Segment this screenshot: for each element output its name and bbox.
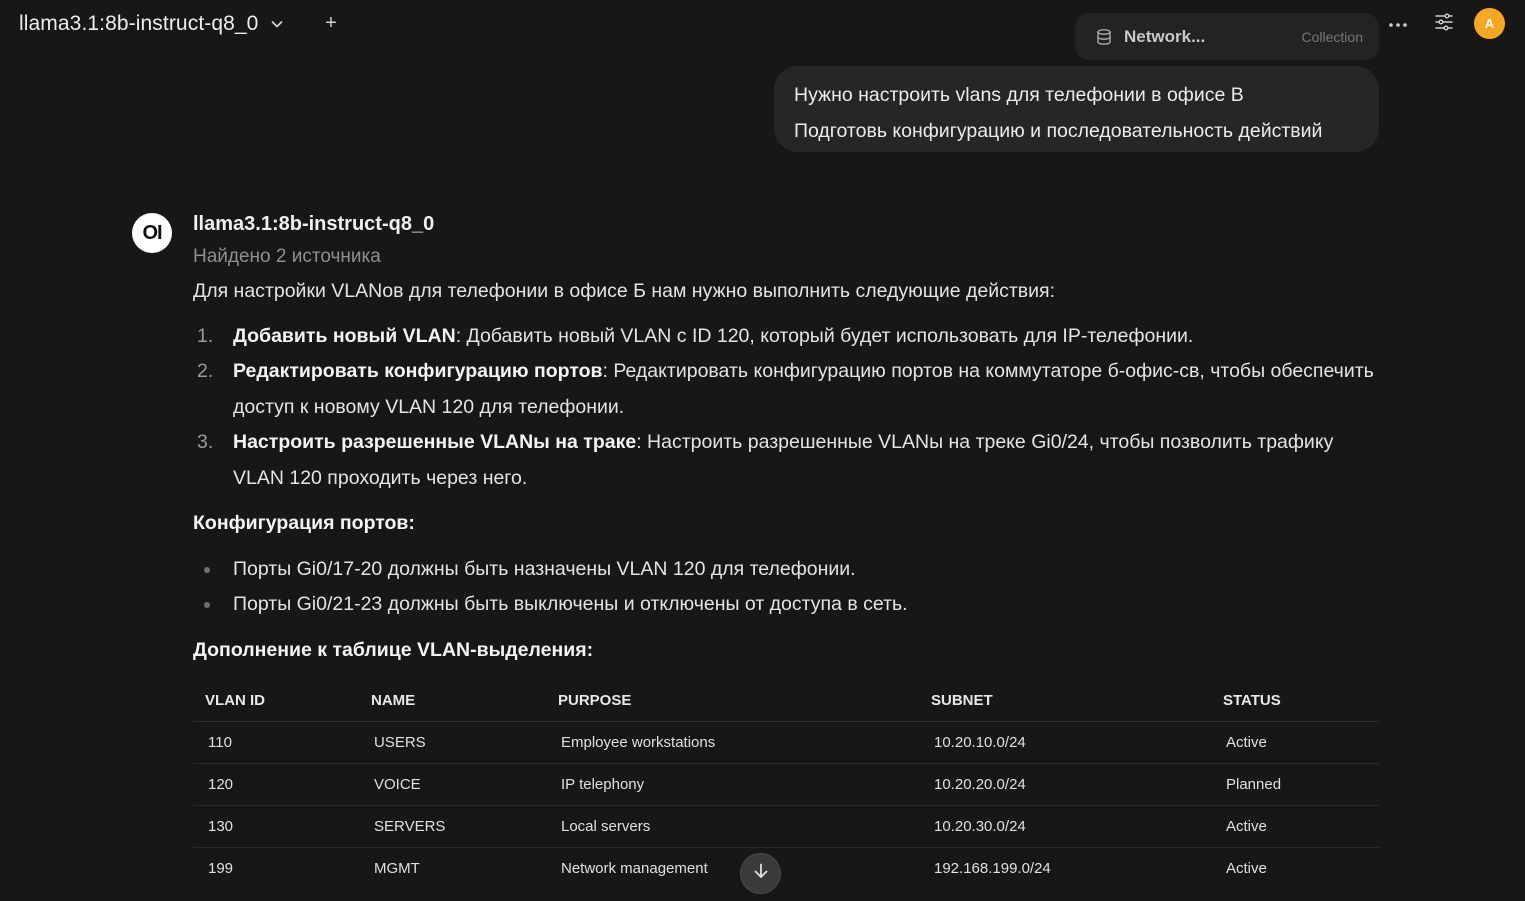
step-text: : Добавить новый VLAN с ID 120, который … — [455, 324, 1194, 347]
step-number: 1. — [197, 324, 214, 347]
knowledge-collection-chip[interactable]: Network... Collection — [1075, 13, 1379, 60]
assistant-model-name: llama3.1:8b-instruct-q8_0 — [193, 213, 435, 235]
cell-subnet: 10.20.10.0/24 — [919, 721, 1211, 764]
table-row: 130 SERVERS Local servers 10.20.30.0/24 … — [193, 805, 1379, 848]
add-model-button[interactable]: + — [321, 12, 341, 34]
cell-purpose: Employee workstations — [546, 721, 919, 764]
cell-subnet: 10.20.20.0/24 — [919, 763, 1211, 806]
table-row: 199 MGMT Network management 192.168.199.… — [193, 847, 1379, 889]
cell-status: Active — [1226, 859, 1267, 877]
column-header-subnet: SUBNET — [919, 680, 1211, 722]
step-title: Добавить новый VLAN — [233, 324, 456, 347]
sliders-icon — [1434, 12, 1454, 37]
assistant-message: llama3.1:8b-instruct-q8_0 Найдено 2 исто… — [193, 208, 1383, 668]
step-number: 2. — [197, 360, 214, 382]
bullet-icon — [204, 566, 210, 573]
cell-purpose: Network management — [561, 859, 708, 877]
table-row: 120 VOICE IP telephony 10.20.20.0/24 Pla… — [193, 763, 1379, 806]
column-header-name: NAME — [359, 680, 546, 722]
column-header-purpose: PURPOSE — [546, 680, 919, 722]
cell-subnet: 192.168.199.0/24 — [934, 859, 1051, 877]
model-selector[interactable]: llama3.1:8b-instruct-q8_0 — [19, 10, 284, 38]
chevron-down-icon — [270, 17, 284, 31]
cell-vlan-id: 130 — [193, 805, 359, 848]
cell-vlan-id: 199 — [208, 859, 234, 877]
vlan-table: VLAN ID NAME PURPOSE SUBNET STATUS 110 U… — [193, 680, 1379, 889]
cell-vlan-id: 110 — [193, 721, 359, 764]
user-message-line: Нужно настроить vlans для телефонии в оф… — [794, 84, 1244, 106]
chat-controls-button[interactable] — [1430, 10, 1458, 38]
sources-toggle[interactable]: Найдено 2 источника — [193, 240, 1383, 274]
user-message-bubble: Нужно настроить vlans для телефонии в оф… — [774, 66, 1379, 152]
step-title: Настроить разрешенные VLANы на траке — [233, 431, 637, 453]
column-header-vlan-id: VLAN ID — [193, 680, 359, 722]
ports-heading: Конфигурация портов: — [193, 512, 415, 534]
step-number: 3. — [197, 431, 214, 453]
cell-vlan-id: 120 — [193, 763, 359, 806]
step-title: Редактировать конфигурацию портов — [233, 360, 603, 382]
list-item: 1. Добавить новый VLAN: Добавить новый V… — [193, 319, 1383, 355]
collection-type-label: Collection — [1301, 28, 1363, 45]
cell-status: Active — [1211, 721, 1379, 764]
database-icon — [1095, 28, 1113, 46]
user-message-line: Подготовь конфигурацию и последовательно… — [794, 120, 1323, 142]
bullet-icon — [204, 602, 210, 608]
more-options-button[interactable] — [1384, 10, 1412, 38]
table-heading: Дополнение к таблице VLAN-выделения: — [193, 638, 594, 661]
scroll-to-bottom-button[interactable] — [740, 853, 781, 894]
column-header-status: STATUS — [1211, 680, 1379, 722]
collection-name: Network... — [1124, 26, 1206, 46]
port-text: Порты Gi0/17-20 должны быть назначены VL… — [233, 557, 856, 580]
cell-name: USERS — [359, 721, 546, 764]
cell-status: Planned — [1211, 763, 1379, 806]
table-row: 110 USERS Employee workstations 10.20.10… — [193, 721, 1379, 764]
cell-subnet: 10.20.30.0/24 — [919, 805, 1211, 848]
table-header-row: VLAN ID NAME PURPOSE SUBNET STATUS — [193, 680, 1379, 722]
cell-name: MGMT — [374, 859, 420, 877]
assistant-avatar: OI — [132, 213, 172, 253]
steps-list: 1. Добавить новый VLAN: Добавить новый V… — [193, 319, 1383, 497]
port-text: Порты Gi0/21-23 должны быть выключены и … — [233, 593, 908, 615]
cell-status: Active — [1211, 805, 1379, 848]
list-item: 3. Настроить разрешенные VLANы на траке:… — [193, 425, 1383, 496]
cell-name: SERVERS — [359, 805, 546, 848]
cell-purpose: IP telephony — [546, 763, 919, 806]
assistant-intro: Для настройки VLANов для телефонии в офи… — [193, 280, 1056, 302]
cell-purpose: Local servers — [546, 805, 919, 848]
chat-page: llama3.1:8b-instruct-q8_0 + A Network...… — [0, 0, 1525, 901]
list-item: Порты Gi0/17-20 должны быть назначены VL… — [193, 552, 1383, 588]
arrow-down-icon — [752, 862, 770, 885]
user-avatar[interactable]: A — [1474, 8, 1505, 39]
ellipsis-icon — [1388, 15, 1408, 33]
list-item: 2. Редактировать конфигурацию портов: Ре… — [193, 354, 1383, 425]
list-item: Порты Gi0/21-23 должны быть выключены и … — [193, 587, 1383, 623]
cell-name: VOICE — [359, 763, 546, 806]
model-selector-label: llama3.1:8b-instruct-q8_0 — [19, 12, 259, 35]
ports-list: Порты Gi0/17-20 должны быть назначены VL… — [193, 552, 1383, 623]
